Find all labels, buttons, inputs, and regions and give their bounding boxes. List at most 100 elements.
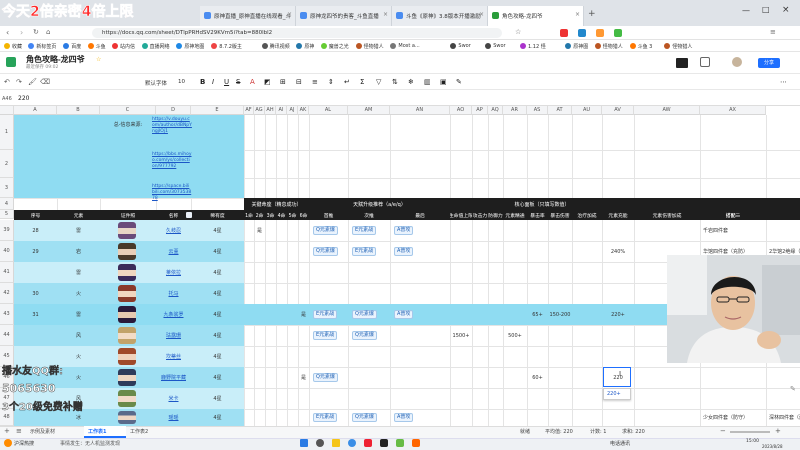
energy-recharge-cell[interactable] xyxy=(602,325,634,346)
share-button[interactable]: 分享 xyxy=(758,58,780,68)
column-header[interactable]: AR xyxy=(503,106,527,115)
column-header[interactable]: C xyxy=(100,106,156,115)
font-family-select[interactable]: 默认字体 xyxy=(145,79,167,87)
constellation-c2-cell[interactable] xyxy=(254,304,265,325)
talent-chip[interactable]: Q元素爆 xyxy=(352,310,377,319)
close-tab-icon[interactable]: × xyxy=(575,11,580,18)
talent-cell[interactable]: A普攻 xyxy=(390,220,450,241)
constellation-c2-cell[interactable] xyxy=(254,346,265,367)
crit-rate-cell[interactable] xyxy=(527,388,548,409)
column-header[interactable]: E xyxy=(191,106,244,115)
em-cell[interactable] xyxy=(503,304,527,325)
tencent-docs-logo-icon[interactable] xyxy=(6,57,16,67)
rarity-cell[interactable]: 4星 xyxy=(191,304,244,325)
bookmark-item[interactable]: 1.12 怪 xyxy=(520,41,546,51)
rarity-cell[interactable]: 4星 xyxy=(191,283,244,304)
row-header[interactable]: 39 xyxy=(0,220,14,241)
bookmark-item[interactable]: 怪物猎人 xyxy=(594,41,623,51)
character-name-link[interactable]: 瑶瑶 xyxy=(156,409,191,426)
talent-cell[interactable]: Q元素爆 xyxy=(348,304,390,325)
underline-icon[interactable]: U xyxy=(224,78,229,86)
character-name-link[interactable]: 莱依拉 xyxy=(156,262,191,283)
row-header[interactable]: 5 xyxy=(0,210,14,219)
autocomplete-suggestion[interactable]: 220+ xyxy=(603,388,631,400)
constellation-c6-cell[interactable]: 是 xyxy=(298,367,309,388)
bookmark-item[interactable]: 魔兽之光 xyxy=(320,41,349,51)
bookmark-item[interactable]: 斗鱼 xyxy=(87,41,106,51)
column-header[interactable]: AM xyxy=(348,106,390,115)
character-name-link[interactable]: 久岐忍 xyxy=(156,220,191,241)
talent-chip[interactable]: A普攻 xyxy=(394,413,414,422)
bookmark-item[interactable]: Swor xyxy=(450,41,471,51)
bookmark-item[interactable]: 站内信 xyxy=(112,41,135,51)
crit-rate-cell[interactable] xyxy=(527,241,548,262)
browser-tab[interactable]: 原神直播_原神直播在线观看_斗 × xyxy=(200,6,296,26)
rarity-cell[interactable]: 4星 xyxy=(191,325,244,346)
comment-icon[interactable]: ✎ xyxy=(456,78,462,86)
constellation-c2-cell[interactable] xyxy=(254,262,265,283)
hp-cell[interactable] xyxy=(450,262,472,283)
wrap-icon[interactable]: ↵ xyxy=(344,78,350,86)
close-tab-icon[interactable]: × xyxy=(479,11,484,18)
row-header[interactable]: 44 xyxy=(0,325,14,346)
start-icon[interactable] xyxy=(300,439,308,447)
font-size-select[interactable]: 10 xyxy=(178,79,185,85)
character-name-link[interactable]: 云堇 xyxy=(156,241,191,262)
crit-dmg-cell[interactable] xyxy=(548,241,572,262)
talent-cell[interactable]: E元素战 xyxy=(348,220,390,241)
talent-cell[interactable]: A普攻 xyxy=(390,304,450,325)
column-header[interactable]: AU xyxy=(572,106,602,115)
constellation-c6-cell[interactable] xyxy=(298,220,309,241)
element-cell[interactable]: 风 xyxy=(57,325,100,346)
serial-cell[interactable] xyxy=(14,262,57,283)
talent-cell[interactable]: Q元素爆 xyxy=(309,241,348,262)
crit-dmg-cell[interactable] xyxy=(548,220,572,241)
rarity-cell[interactable]: 4星 xyxy=(191,388,244,409)
talent-chip[interactable]: E元素战 xyxy=(352,247,377,256)
talent-chip[interactable]: E元素战 xyxy=(313,310,338,319)
bookmark-item[interactable]: 腾讯视频 xyxy=(261,41,290,51)
column-header[interactable]: AX xyxy=(700,106,766,115)
talent-cell[interactable]: Q元素爆 xyxy=(309,220,348,241)
rarity-cell[interactable]: 4星 xyxy=(191,346,244,367)
info-link[interactable]: https://v.douyu.com/author/dBNpYngjIOj1 xyxy=(152,117,192,135)
merge-icon[interactable]: ⊟ xyxy=(296,78,302,86)
talent-cell[interactable]: A普攻 xyxy=(390,241,450,262)
crit-rate-cell[interactable] xyxy=(527,262,548,283)
hp-cell[interactable] xyxy=(450,220,472,241)
filter-icon[interactable]: ▽ xyxy=(376,78,381,86)
info-link[interactable]: https://space.bilibili.com/307353878 xyxy=(152,184,192,202)
column-header[interactable]: AT xyxy=(548,106,572,115)
bookmark-item[interactable]: 百度 xyxy=(63,41,81,51)
column-header[interactable]: A xyxy=(14,106,57,115)
hp-cell[interactable] xyxy=(450,409,472,426)
constellation-c2-cell[interactable] xyxy=(254,388,265,409)
column-header[interactable]: AG xyxy=(254,106,265,115)
bookmark-item[interactable]: 原神 xyxy=(296,41,314,51)
row-header[interactable]: 40 xyxy=(0,241,14,262)
bookmark-item[interactable]: 8.7.2版主 xyxy=(211,41,242,51)
bookmark-item[interactable]: Most a... xyxy=(390,41,420,51)
close-tab-icon[interactable]: × xyxy=(287,11,292,18)
character-name-link[interactable]: 九条裟罗 xyxy=(156,304,191,325)
row-header[interactable]: 3 xyxy=(0,178,14,198)
sheet-list-icon[interactable]: ≡ xyxy=(16,427,22,435)
borders-icon[interactable]: ⊞ xyxy=(280,78,286,86)
crit-rate-cell[interactable]: 65+ xyxy=(527,304,548,325)
serial-cell[interactable]: 29 xyxy=(14,241,57,262)
insert-image-icon[interactable]: ▣ xyxy=(440,78,447,86)
crit-rate-cell[interactable] xyxy=(527,220,548,241)
element-cell[interactable]: 火 xyxy=(57,346,100,367)
filter-icon[interactable] xyxy=(186,212,192,218)
row-header[interactable]: 41 xyxy=(0,262,14,283)
hp-cell[interactable] xyxy=(450,367,472,388)
set2-cell[interactable]: 深林四件套（建议） xyxy=(766,409,800,426)
new-tab-icon[interactable]: + xyxy=(588,9,596,19)
extension-icon[interactable] xyxy=(578,29,586,37)
close-window-icon[interactable]: × xyxy=(782,5,790,15)
constellation-c6-cell[interactable] xyxy=(298,262,309,283)
column-header[interactable]: AP xyxy=(472,106,488,115)
column-header[interactable]: AL xyxy=(309,106,348,115)
app-icon[interactable] xyxy=(412,439,420,447)
talent-cell[interactable]: E元素战 xyxy=(348,241,390,262)
